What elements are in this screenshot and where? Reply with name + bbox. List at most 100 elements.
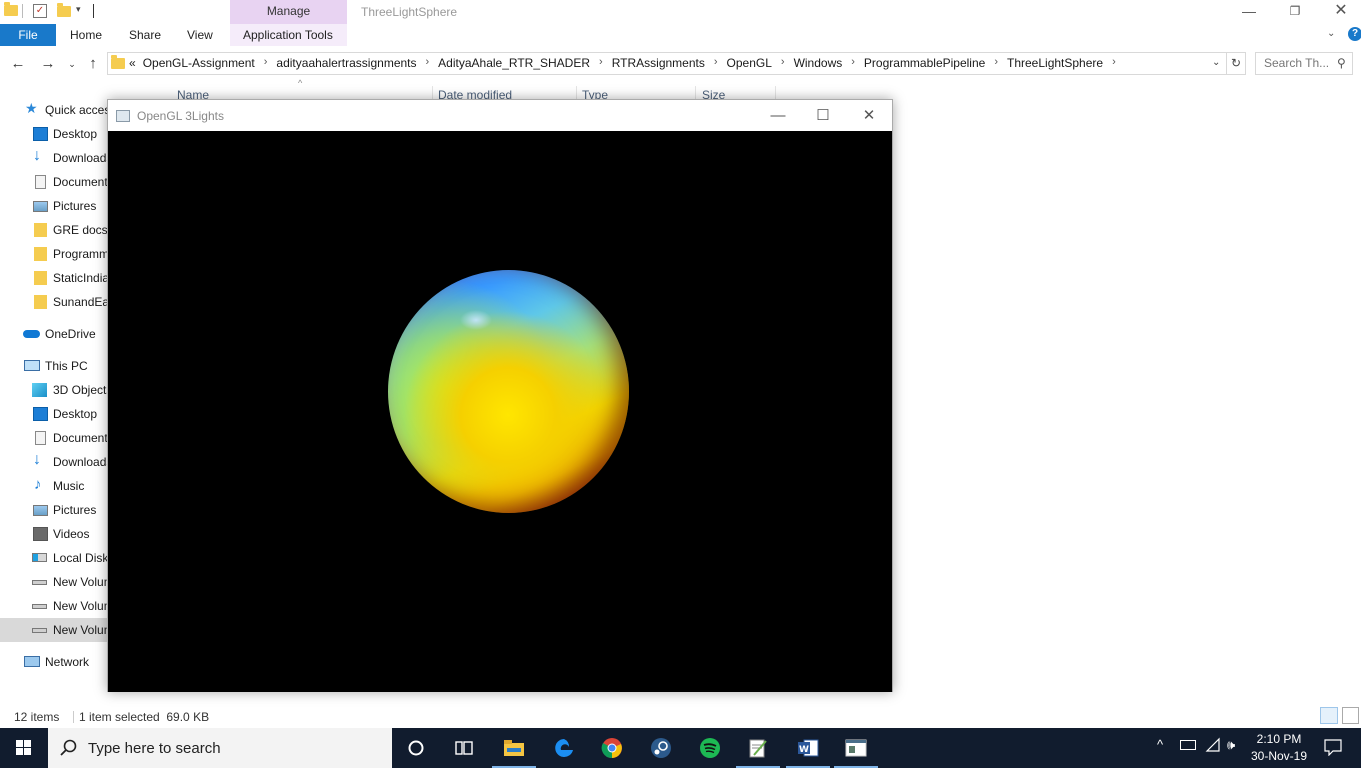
minimize-button[interactable]: — — [1226, 0, 1272, 22]
sidebar-item-videos[interactable]: Videos — [0, 522, 110, 546]
sidebar-item-onedrive[interactable]: OneDrive — [0, 322, 110, 346]
sidebar-item-downloads-pc[interactable]: ↓ Downloads — [0, 450, 110, 474]
sidebar-item-3d-objects[interactable]: 3D Objects — [0, 378, 110, 402]
chevron-right-icon[interactable]: › — [1103, 56, 1125, 70]
restore-button[interactable]: ❐ — [1272, 0, 1318, 22]
windows-logo-icon — [16, 740, 32, 756]
task-view-button[interactable] — [440, 728, 488, 768]
document-icon — [35, 431, 46, 445]
tab-home[interactable]: Home — [70, 24, 102, 46]
up-button[interactable]: ↑ — [83, 54, 103, 74]
properties-icon[interactable]: ✓ — [33, 4, 47, 18]
breadcrumb-item[interactable]: ThreeLightSphere — [1007, 56, 1103, 70]
back-button[interactable]: ← — [8, 54, 28, 74]
breadcrumb-item[interactable]: RTRAssignments — [612, 56, 705, 70]
notepad-taskbar-button[interactable] — [734, 728, 782, 768]
steam-taskbar-button[interactable] — [637, 728, 685, 768]
tab-application-tools[interactable]: Application Tools — [243, 24, 333, 46]
details-view-icon[interactable] — [1320, 707, 1338, 724]
gl-minimize-button[interactable]: — — [755, 104, 801, 128]
cortana-button[interactable] — [392, 728, 440, 768]
sidebar-item-new-volume-d[interactable]: New Volume (D:) — [0, 570, 110, 594]
action-center-icon[interactable] — [1324, 739, 1342, 756]
app-taskbar-button[interactable] — [832, 728, 880, 768]
breadcrumb-overflow[interactable]: « — [129, 56, 143, 70]
chevron-right-icon[interactable]: › — [590, 56, 612, 70]
app-window-icon — [845, 739, 867, 757]
tab-view[interactable]: View — [187, 24, 213, 46]
chevron-right-icon[interactable]: › — [842, 56, 864, 70]
sidebar-item-label: Local Disk (C:) — [53, 551, 110, 565]
expand-ribbon-icon[interactable]: ⌄ — [1327, 28, 1335, 39]
start-button[interactable] — [0, 728, 48, 768]
sidebar-item-programmablepipeline[interactable]: ProgrammablePipeline — [0, 242, 110, 266]
refresh-button[interactable]: ↻ — [1227, 52, 1246, 75]
chevron-up-icon[interactable]: ^ — [1157, 737, 1163, 752]
sidebar-item-new-volume-f[interactable]: New Volume (F:) — [0, 618, 110, 642]
download-icon: ↓ — [33, 147, 41, 164]
word-taskbar-button[interactable]: W — [784, 728, 832, 768]
sidebar-item-downloads[interactable]: ↓ Downloads — [0, 146, 110, 170]
breadcrumb-item[interactable]: adityaahalertrassignments — [276, 56, 416, 70]
breadcrumb-item[interactable]: AdityaAhale_RTR_SHADER — [438, 56, 590, 70]
explorer-title-bar — [0, 0, 1361, 24]
recent-locations-icon[interactable]: ⌄ — [62, 54, 82, 74]
sidebar-item-label: GRE docs — [53, 223, 108, 237]
chrome-taskbar-button[interactable] — [588, 728, 636, 768]
close-button[interactable]: ✕ — [1318, 0, 1361, 22]
file-explorer-taskbar-button[interactable] — [490, 728, 538, 768]
sidebar-item-pictures[interactable]: Pictures — [0, 194, 110, 218]
chevron-right-icon[interactable]: › — [417, 56, 439, 70]
sidebar-item-documents[interactable]: Documents — [0, 170, 110, 194]
taskbar-search-placeholder: Type here to search — [88, 740, 221, 757]
chevron-right-icon[interactable]: › — [985, 56, 1007, 70]
address-history-dropdown[interactable]: ⌄ — [1212, 57, 1220, 68]
sidebar-item-label: 3D Objects — [53, 383, 110, 397]
taskbar-clock[interactable]: 2:10 PM 30-Nov-19 — [1250, 731, 1308, 765]
tab-file[interactable]: File — [0, 24, 56, 46]
breadcrumb-item[interactable]: OpenGL — [727, 56, 772, 70]
item-count: 12 items — [14, 710, 60, 724]
sidebar-item-sunandearth[interactable]: SunandEarth — [0, 290, 110, 314]
sidebar-item-pictures-pc[interactable]: Pictures — [0, 498, 110, 522]
forward-button[interactable]: → — [38, 54, 58, 74]
drive-icon — [32, 580, 47, 585]
edge-taskbar-button[interactable] — [540, 728, 588, 768]
sidebar-item-local-disk[interactable]: Local Disk (C:) — [0, 546, 110, 570]
new-folder-icon[interactable] — [57, 3, 71, 20]
sidebar-item-desktop-pc[interactable]: Desktop — [0, 402, 110, 426]
customize-qat-icon[interactable]: ▾ — [76, 4, 81, 15]
chevron-right-icon[interactable]: › — [255, 56, 277, 70]
opengl-title-bar[interactable]: OpenGL 3Lights — ☐ ✕ — [108, 100, 892, 131]
sidebar-item-desktop[interactable]: Desktop — [0, 122, 110, 146]
sidebar-item-music[interactable]: ♪ Music — [0, 474, 110, 498]
chevron-right-icon[interactable]: › — [772, 56, 794, 70]
manage-context-tab[interactable]: Manage — [230, 0, 347, 24]
tab-share[interactable]: Share — [129, 24, 161, 46]
battery-icon[interactable] — [1180, 740, 1196, 750]
gl-close-button[interactable]: ✕ — [846, 104, 892, 128]
sidebar-item-staticindia[interactable]: StaticIndia — [0, 266, 110, 290]
spotify-taskbar-button[interactable] — [686, 728, 734, 768]
sidebar-item-gre-docs[interactable]: GRE docs — [0, 218, 110, 242]
chevron-right-icon[interactable]: › — [705, 56, 727, 70]
opengl-render-canvas[interactable] — [108, 131, 892, 692]
folder-icon — [34, 223, 47, 237]
breadcrumb-item[interactable]: Windows — [794, 56, 843, 70]
sidebar-item-new-volume-e[interactable]: New Volume (E:) — [0, 594, 110, 618]
help-icon[interactable]: ? — [1348, 27, 1361, 41]
wifi-icon[interactable] — [1205, 737, 1221, 753]
sidebar-item-this-pc[interactable]: This PC — [0, 354, 110, 378]
large-icons-view-icon[interactable] — [1342, 707, 1359, 724]
volume-icon[interactable]: 🕪 — [1227, 737, 1235, 753]
sidebar-item-network[interactable]: Network — [0, 650, 110, 674]
opengl-window[interactable]: OpenGL 3Lights — ☐ ✕ — [107, 99, 893, 692]
breadcrumb-item[interactable]: OpenGL-Assignment — [143, 56, 255, 70]
gl-maximize-button[interactable]: ☐ — [800, 104, 846, 128]
sidebar-item-documents-pc[interactable]: Documents — [0, 426, 110, 450]
sidebar-item-label: Downloads — [53, 151, 110, 165]
breadcrumb-item[interactable]: ProgrammablePipeline — [864, 56, 985, 70]
chrome-icon — [601, 738, 622, 759]
sidebar-item-quick-access[interactable]: ★ Quick access — [0, 98, 110, 122]
sort-arrow-icon: ^ — [298, 78, 303, 88]
